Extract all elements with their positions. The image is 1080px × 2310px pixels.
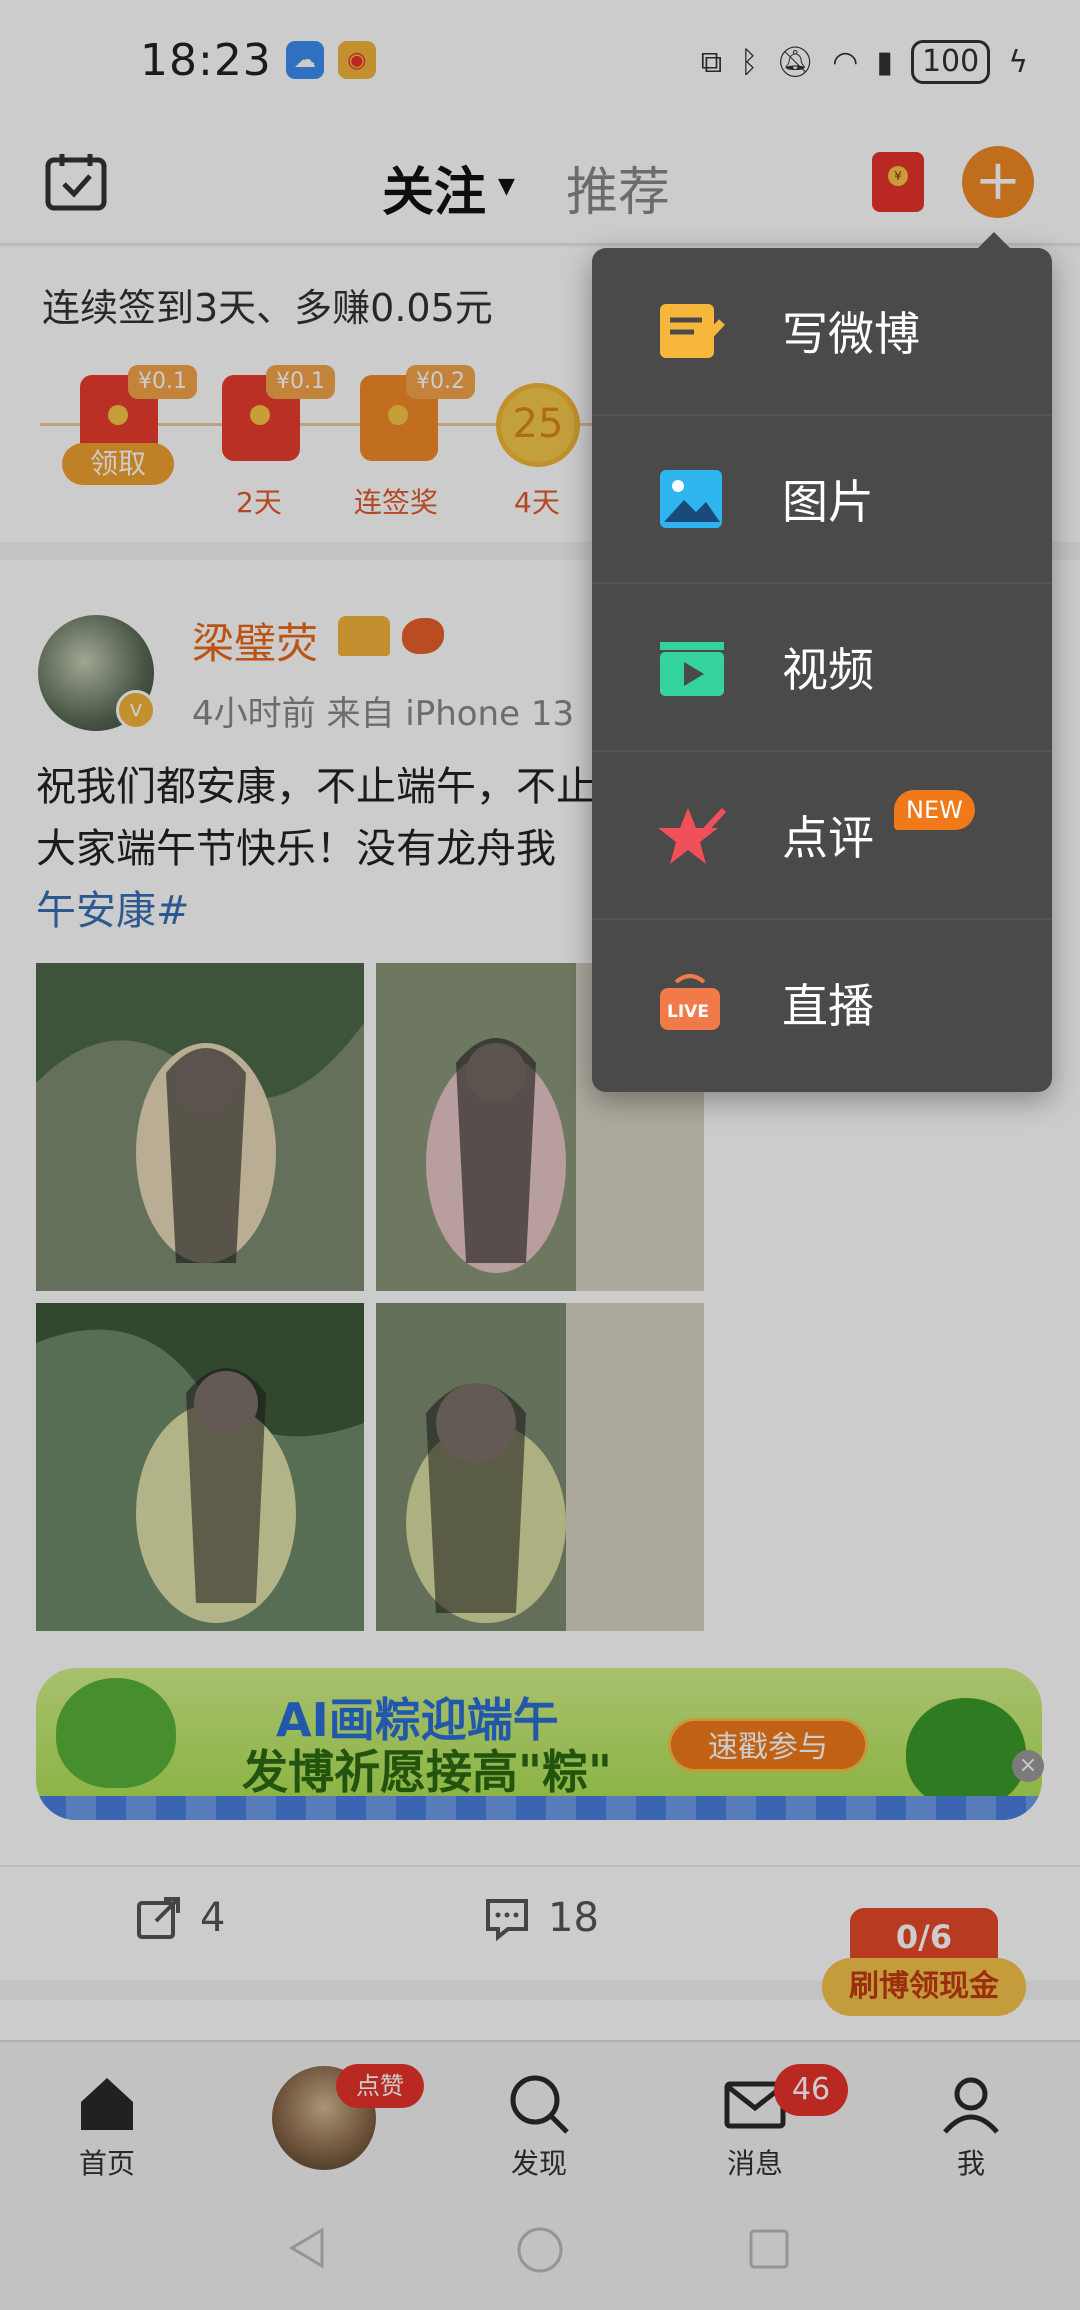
menu-item-compose[interactable]: 写微博	[592, 248, 1052, 416]
menu-item-image[interactable]: 图片	[592, 416, 1052, 584]
menu-item-label: 写微博	[782, 307, 920, 361]
menu-item-live[interactable]: LIVE 直播	[592, 920, 1052, 1088]
review-star-icon	[658, 807, 727, 864]
menu-item-label: 直播	[782, 979, 874, 1033]
new-badge: NEW	[894, 790, 975, 830]
live-icon: LIVE	[660, 974, 720, 1030]
menu-item-label: 图片	[782, 475, 874, 529]
menu-item-review[interactable]: 点评 NEW	[592, 752, 1052, 920]
menu-item-video[interactable]: 视频	[592, 584, 1052, 752]
image-icon	[660, 470, 722, 528]
compose-menu: 写微博 图片 视频 点评 NEW LIVE 直播	[592, 232, 1052, 1092]
svg-text:LIVE: LIVE	[667, 1002, 709, 1022]
menu-item-label: 点评	[782, 811, 874, 865]
menu-item-label: 视频	[782, 643, 874, 697]
compose-icon	[660, 304, 725, 358]
video-icon	[660, 642, 724, 696]
weibo-feed-screen: 18:23 ☁ ◉ ⧉ ᛒ 🔕︎ ◠ ▮ 100 ϟ 关注 ▼ 推荐 ¥ + 连…	[0, 0, 1080, 2310]
